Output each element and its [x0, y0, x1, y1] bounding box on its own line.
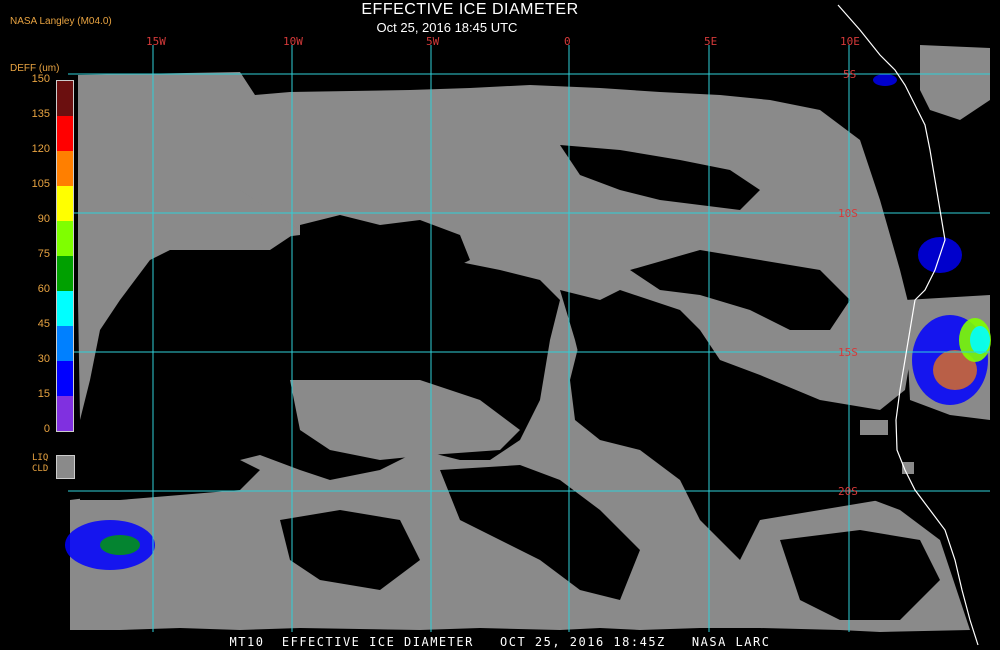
liquid-cloud-label-2: CLD [32, 464, 49, 474]
lon-label: 0 [564, 35, 571, 48]
lon-label: 5E [704, 35, 717, 48]
lat-label: 10S [838, 207, 858, 220]
colorbar-cell [57, 186, 73, 221]
lat-label: 15S [838, 346, 858, 359]
colorbar-tick-label: 105 [31, 178, 50, 190]
colorbar-tick-label: 60 [37, 283, 50, 295]
colorbar-cell [57, 361, 73, 396]
colorbar-tick-label: 150 [31, 73, 50, 85]
chart-title: EFFECTIVE ICE DIAMETER [361, 1, 579, 18]
colorbar-tick-label: 15 [37, 388, 50, 400]
colorbar [56, 80, 74, 432]
colorbar-tick-label: 75 [37, 248, 50, 260]
lon-label: 10W [283, 35, 303, 48]
colorbar-tick-label: 135 [31, 108, 50, 120]
chart-subtitle: Oct 25, 2016 18:45 UTC [376, 20, 518, 35]
liquid-cloud-label-1: LIQ [32, 453, 49, 463]
colorbar-cell [57, 256, 73, 291]
colorbar-cell [57, 151, 73, 186]
colorbar-tick-label: 30 [37, 353, 50, 365]
lat-label: 20S [838, 485, 858, 498]
colorbar-cell [57, 221, 73, 256]
lon-label: 5W [426, 35, 440, 48]
colorbar-cell [57, 291, 73, 326]
colorbar-tick-label: 0 [43, 423, 50, 435]
colorbar-cell [57, 396, 73, 431]
colorbar-tick-label: 90 [37, 213, 50, 225]
footer-caption: MT10 EFFECTIVE ICE DIAMETER OCT 25, 2016… [229, 635, 771, 649]
lat-label: 5S [843, 68, 856, 81]
colorbar-tick-label: 45 [37, 318, 50, 330]
lon-label: 15W [146, 35, 166, 48]
satellite-map: 15W 10W 5W 0 5E 10E 5S 10S 15S 20S [65, 4, 991, 646]
credit-label: NASA Langley (M04.0) [10, 16, 112, 27]
colorbar-cell [57, 326, 73, 361]
colorbar-cell [57, 116, 73, 151]
colorbar-tick-label: 120 [31, 143, 50, 155]
liquid-cloud-swatch [56, 455, 75, 479]
lon-label: 10E [840, 35, 860, 48]
colorbar-cell [57, 81, 73, 116]
